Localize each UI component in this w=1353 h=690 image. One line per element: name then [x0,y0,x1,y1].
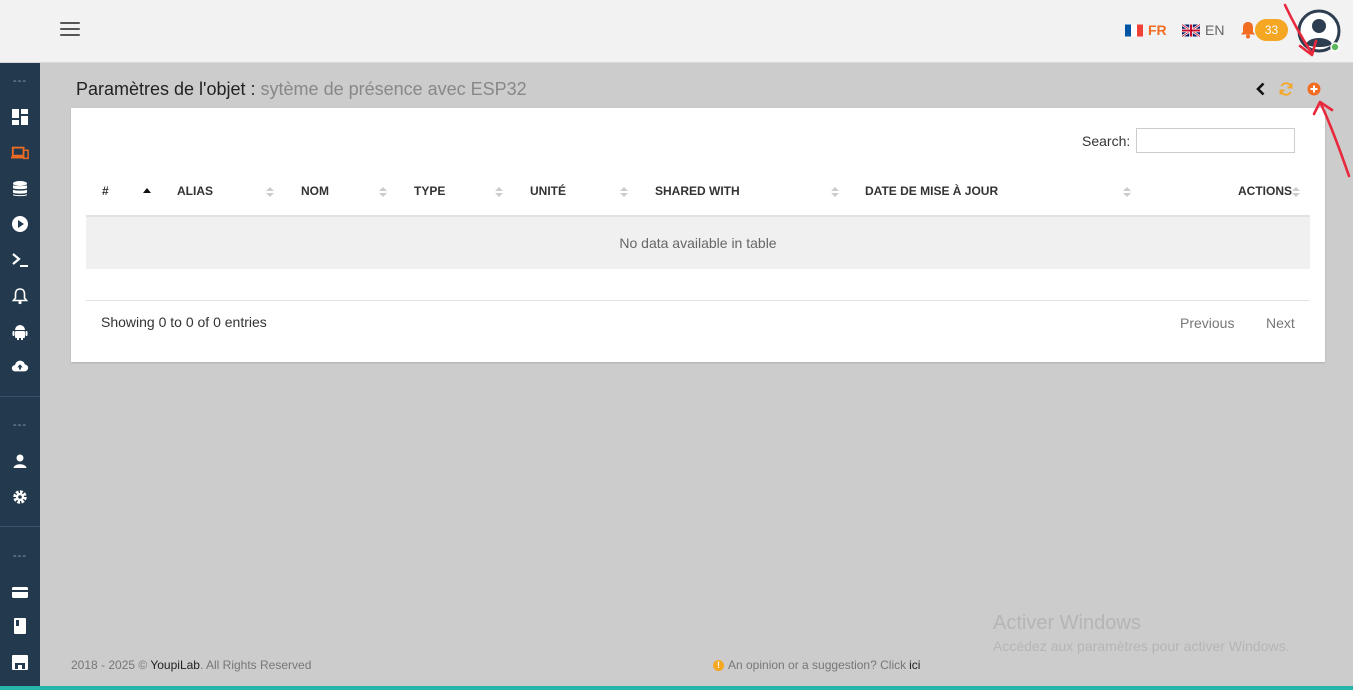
user-avatar[interactable] [1297,9,1341,53]
sort-icon[interactable] [1123,186,1131,198]
sort-asc-icon[interactable] [143,186,151,198]
copyright-suffix: . All Rights Reserved [199,658,312,672]
sort-icon[interactable] [495,186,503,198]
footer-copyright: 2018 - 2025 © YoupiLab. All Rights Reser… [71,658,311,672]
sort-icon[interactable] [620,186,628,198]
windows-activation-text: Accédez aux paramètres pour activer Wind… [993,638,1290,654]
card-icon[interactable] [10,582,30,602]
exclamation-icon: ! [713,659,724,671]
column-header-actions[interactable]: ACTIONS [1238,184,1292,198]
language-fr-button[interactable]: FR [1125,22,1167,38]
language-en-label: EN [1205,22,1225,38]
notifications-bell-icon[interactable] [1240,21,1256,39]
sidebar-section-dots: --- [13,419,27,431]
sidebar-section-dots: --- [13,550,27,562]
sort-icon[interactable] [266,186,274,198]
sort-icon[interactable] [1292,186,1300,198]
page-title-label: Paramètres de l'objet : [76,79,256,99]
database-icon[interactable] [10,179,30,199]
android-icon[interactable] [10,322,30,342]
cloud-upload-icon[interactable] [10,356,30,376]
pagination-previous[interactable]: Previous [1180,315,1234,331]
play-icon[interactable] [10,214,30,234]
page-subtitle: sytème de présence avec ESP32 [260,79,527,99]
terminal-icon[interactable] [10,250,30,270]
suggestion-text: An opinion or a suggestion? Click [728,658,907,672]
notifications-badge[interactable]: 33 [1255,19,1288,41]
windows-activation-title: Activer Windows [993,612,1141,634]
column-header-unite[interactable]: UNITÉ [530,184,566,198]
france-flag-icon [1125,24,1143,37]
column-header-shared-with[interactable]: SHARED WITH [655,184,740,198]
column-header-type[interactable]: TYPE [414,184,445,198]
search-input[interactable] [1136,128,1295,153]
devices-icon[interactable] [10,143,30,163]
bottom-accent-bar [0,686,1353,690]
page-title: Paramètres de l'objet : sytème de présen… [76,79,527,100]
language-en-button[interactable]: EN [1181,22,1225,38]
gear-icon[interactable] [10,487,30,507]
sort-icon[interactable] [831,186,839,198]
table-footer-divider [86,300,1310,301]
book-icon[interactable] [10,616,30,636]
table-empty-row: No data available in table [86,217,1310,269]
table-header: # ALIAS NOM TYPE UNITÉ SHARED WITH DATE … [86,178,1310,217]
suggestion-link[interactable]: ici [909,658,920,672]
hamburger-menu-icon[interactable] [60,22,80,38]
column-header-number[interactable]: # [102,184,109,198]
sidebar: --- --- --- [0,63,40,690]
dashboard-icon[interactable] [10,107,30,127]
parameters-card: Search: # ALIAS NOM TYPE UNITÉ SHARED WI… [71,108,1325,362]
brand-link[interactable]: YoupiLab [150,658,200,672]
pagination-next[interactable]: Next [1266,315,1295,331]
sidebar-divider [0,396,40,397]
copyright-prefix: 2018 - 2025 © [71,658,148,672]
table-info: Showing 0 to 0 of 0 entries [101,314,267,330]
refresh-icon[interactable] [1278,81,1294,97]
column-header-date[interactable]: DATE DE MISE À JOUR [865,184,998,198]
bell-icon[interactable] [10,286,30,306]
column-header-alias[interactable]: ALIAS [177,184,213,198]
add-circle-icon[interactable] [1306,81,1322,97]
sidebar-divider [0,526,40,527]
search-label: Search: [1082,133,1131,149]
sidebar-section-dots: --- [13,75,27,87]
column-header-nom[interactable]: NOM [301,184,329,198]
top-bar: FR EN 33 [0,0,1353,63]
sort-icon[interactable] [379,186,387,198]
language-fr-label: FR [1148,22,1167,38]
user-icon[interactable] [10,451,30,471]
save-icon[interactable] [10,652,30,672]
uk-flag-icon [1181,23,1201,37]
footer-suggestion: ! An opinion or a suggestion? Click ici [713,658,920,672]
back-chevron-icon[interactable] [1253,81,1269,97]
